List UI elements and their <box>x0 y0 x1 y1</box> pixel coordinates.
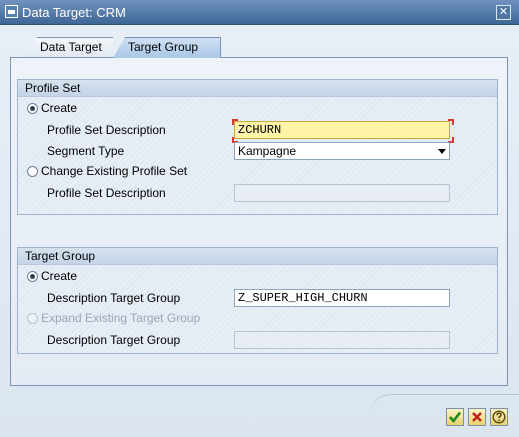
description-target-group-label: Description Target Group <box>47 291 181 305</box>
dialog-icon <box>5 5 18 18</box>
change-existing-profile-set-label: Change Existing Profile Set <box>41 164 188 178</box>
target-group-create-radio[interactable] <box>27 271 38 282</box>
change-existing-profile-set-radio[interactable] <box>27 166 38 177</box>
segment-type-label: Segment Type <box>47 144 125 158</box>
close-button[interactable]: ✕ <box>496 5 511 20</box>
existing-profile-set-description-label: Profile Set Description <box>47 186 166 200</box>
profile-set-create-radio[interactable] <box>27 103 38 114</box>
segment-type-select[interactable]: Kampagne <box>234 142 450 160</box>
checkmark-icon <box>449 411 462 424</box>
help-button[interactable] <box>490 408 508 426</box>
description-target-group-input[interactable]: Z_SUPER_HIGH_CHURN <box>234 289 450 307</box>
expand-existing-target-group-label: Expand Existing Target Group <box>41 311 201 325</box>
profile-set-description-input[interactable]: ZCHURN <box>234 121 450 139</box>
profile-set-create-label: Create <box>41 101 78 115</box>
target-group-create-label: Create <box>41 269 78 283</box>
cancel-icon <box>472 412 482 422</box>
tab-target-group[interactable]: Target Group <box>113 37 221 58</box>
cancel-button[interactable] <box>468 408 486 426</box>
existing-profile-set-description-input[interactable] <box>234 184 450 202</box>
profile-set-description-label: Profile Set Description <box>47 123 166 137</box>
expand-existing-target-group-radio <box>27 313 38 324</box>
profile-set-heading: Profile Set <box>18 79 497 97</box>
help-icon <box>492 410 506 424</box>
tab-data-target[interactable]: Data Target <box>25 37 120 58</box>
existing-description-target-group-label: Description Target Group <box>47 333 181 347</box>
confirm-button[interactable] <box>446 408 464 426</box>
focus-marker <box>448 119 454 125</box>
chevron-down-icon[interactable] <box>438 149 446 154</box>
title-bar: Data Target: CRM ✕ <box>0 0 519 25</box>
target-group-heading: Target Group <box>18 247 497 265</box>
focus-marker <box>232 119 238 125</box>
existing-description-target-group-input[interactable] <box>234 331 450 349</box>
window-title: Data Target: CRM <box>22 5 126 20</box>
segment-type-value: Kampagne <box>238 144 297 158</box>
